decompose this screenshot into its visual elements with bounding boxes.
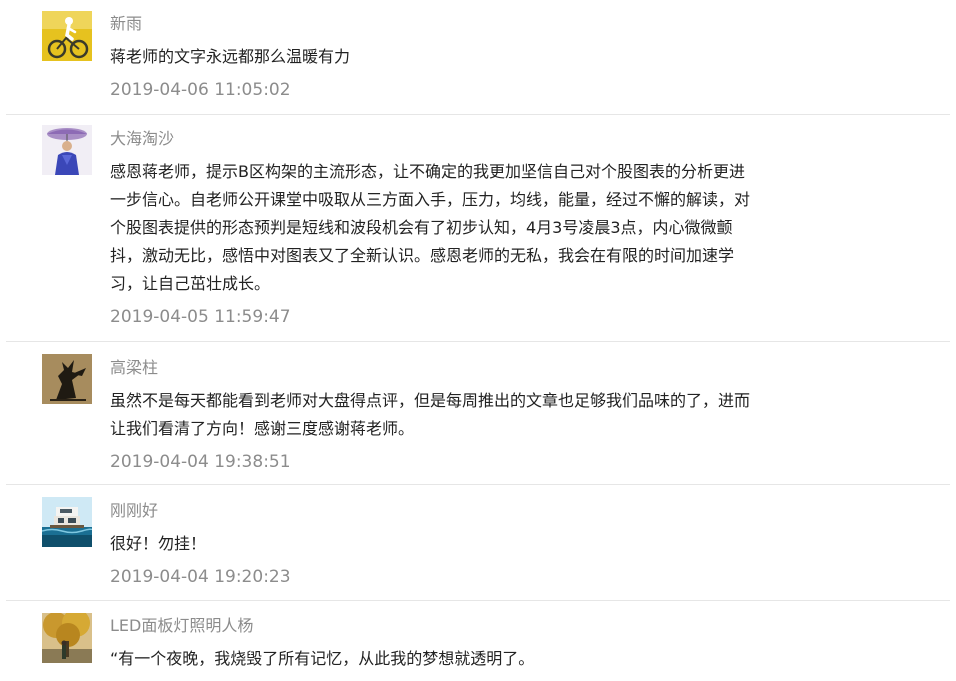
seaside-house-avatar[interactable] xyxy=(42,497,92,547)
comment-item: 大海淘沙 感恩蒋老师，提示B区构架的主流形态，让不确定的我更加坚信自己对个股图表… xyxy=(6,115,950,342)
comment-timestamp: 2019-04-04 19:38:51 xyxy=(110,452,291,472)
comment-timestamp: 2019-04-06 11:05:02 xyxy=(110,80,291,100)
comment-username[interactable]: 刚刚好 xyxy=(110,501,750,521)
comment-body: 大海淘沙 感恩蒋老师，提示B区构架的主流形态，让不确定的我更加坚信自己对个股图表… xyxy=(110,129,750,328)
comment-timestamp: 2019-04-05 11:59:47 xyxy=(110,307,291,327)
comment-item: LED面板灯照明人杨 “有一个夜晚，我烧毁了所有记忆，从此我的梦想就透明了。 xyxy=(6,601,950,681)
comment-text: 很好！勿挂！ xyxy=(110,534,207,553)
comment-timestamp: 2019-04-04 19:20:23 xyxy=(110,567,291,587)
comment-list: 新雨 蒋老师的文字永远都那么温暖有力 2019-04-06 11:05:02 大… xyxy=(0,0,956,681)
comment-text: 感恩蒋老师，提示B区构架的主流形态，让不确定的我更加坚信自己对个股图表的分析更进… xyxy=(110,162,751,293)
comment-item: 高梁柱 虽然不是每天都能看到老师对大盘得点评，但是每周推出的文章也足够我们品味的… xyxy=(6,342,950,485)
comment-username[interactable]: LED面板灯照明人杨 xyxy=(110,616,750,636)
comment-body: LED面板灯照明人杨 “有一个夜晚，我烧毁了所有记忆，从此我的梦想就透明了。 xyxy=(110,616,750,673)
comment-body: 新雨 蒋老师的文字永远都那么温暖有力 2019-04-06 11:05:02 xyxy=(110,14,750,101)
silhouette-art-avatar[interactable] xyxy=(42,354,92,404)
comment-body: 刚刚好 很好！勿挂！ 2019-04-04 19:20:23 xyxy=(110,501,750,588)
comment-body: 高梁柱 虽然不是每天都能看到老师对大盘得点评，但是每周推出的文章也足够我们品味的… xyxy=(110,358,750,473)
comment-item: 新雨 蒋老师的文字永远都那么温暖有力 2019-04-06 11:05:02 xyxy=(6,0,950,115)
comment-text: 虽然不是每天都能看到老师对大盘得点评，但是每周推出的文章也足够我们品味的了，进而… xyxy=(110,391,751,438)
cyclist-avatar[interactable] xyxy=(42,11,92,61)
comment-text: 蒋老师的文字永远都那么温暖有力 xyxy=(110,47,351,66)
comment-item: 刚刚好 很好！勿挂！ 2019-04-04 19:20:23 xyxy=(6,485,950,601)
autumn-tree-avatar[interactable] xyxy=(42,613,92,663)
comment-username[interactable]: 大海淘沙 xyxy=(110,129,750,149)
comment-username[interactable]: 高梁柱 xyxy=(110,358,750,378)
person-umbrella-avatar[interactable] xyxy=(42,125,92,175)
comment-username[interactable]: 新雨 xyxy=(110,14,750,34)
comment-text: “有一个夜晚，我烧毁了所有记忆，从此我的梦想就透明了。 xyxy=(110,649,535,668)
